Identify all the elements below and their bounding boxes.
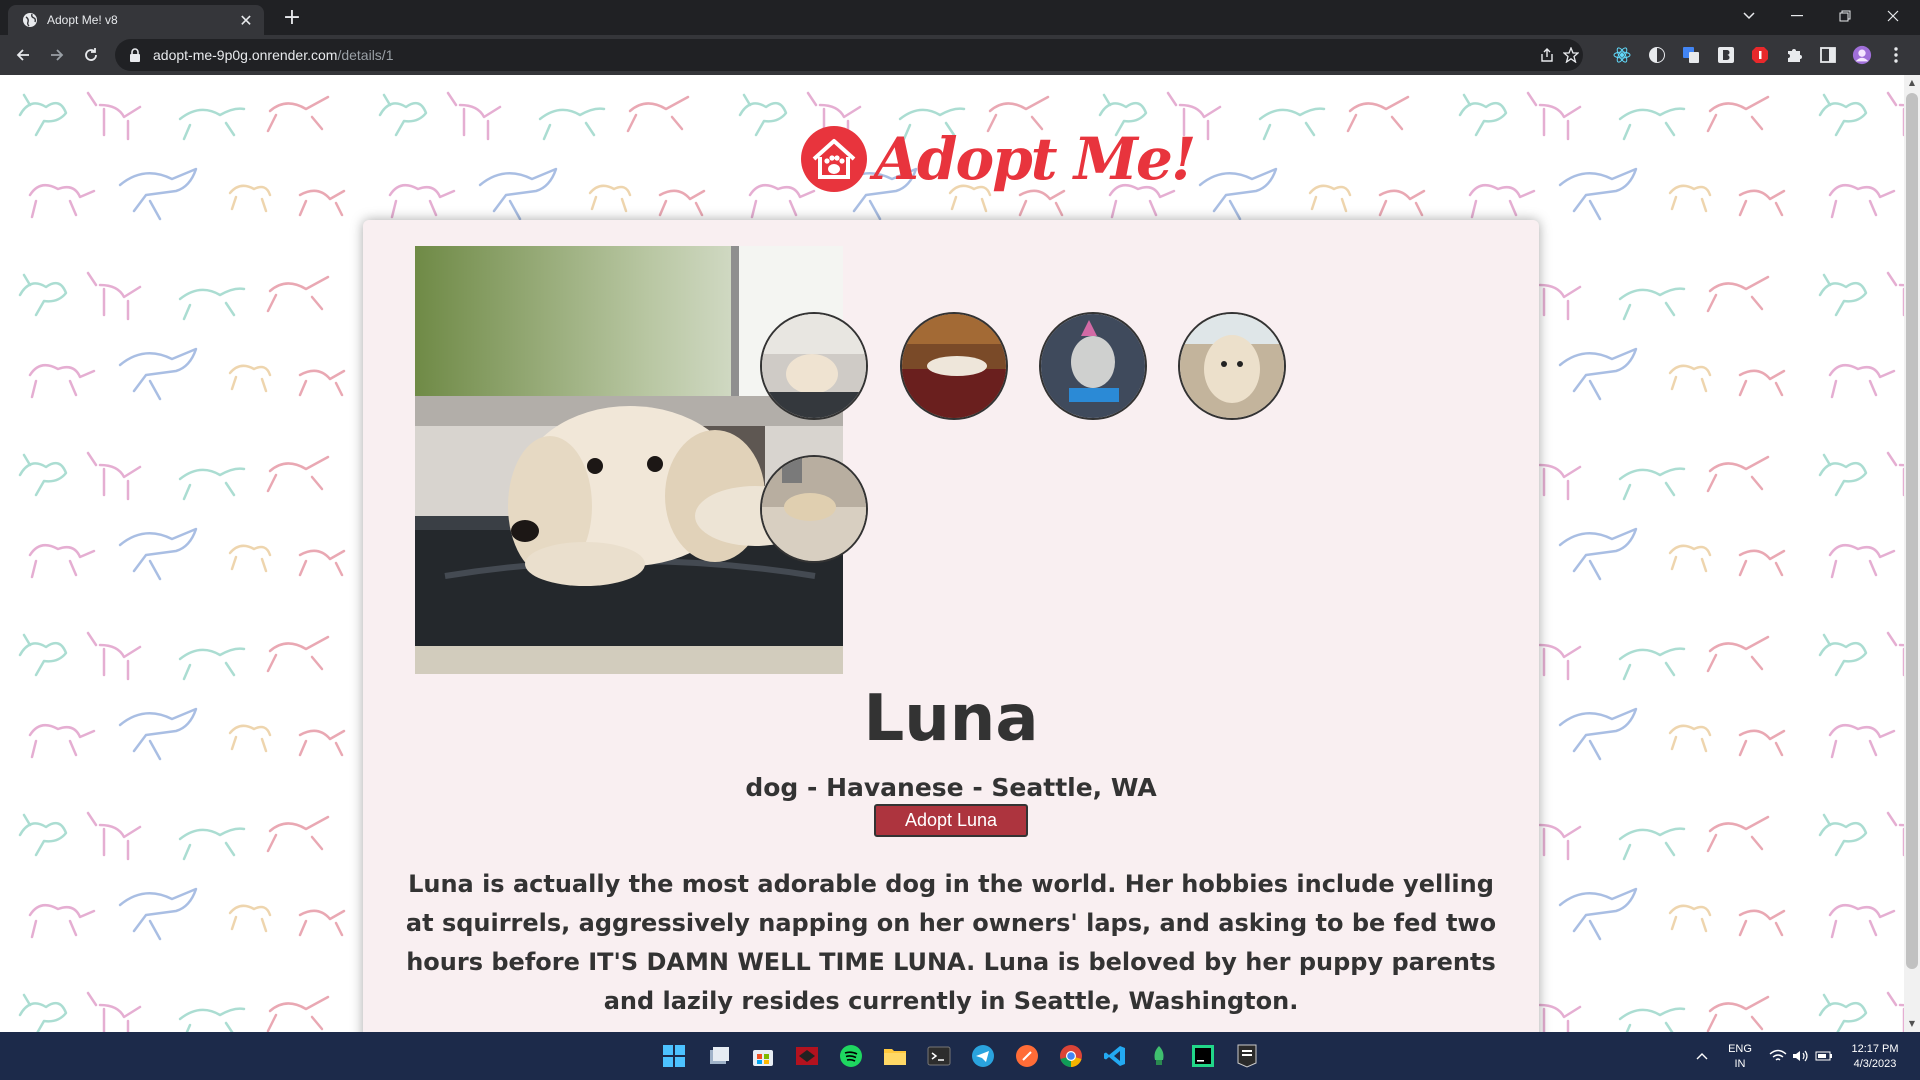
file-explorer-icon[interactable]	[881, 1042, 909, 1070]
adopt-button[interactable]: Adopt Luna	[874, 804, 1028, 837]
restore-icon[interactable]	[1822, 0, 1868, 32]
pet-description: Luna is actually the most adorable dog i…	[405, 870, 1497, 1015]
bookmark-star-icon[interactable]	[1561, 45, 1581, 65]
pet-subtitle: dog - Havanese - Seattle, WA	[745, 773, 1157, 802]
adblock-icon[interactable]	[1750, 45, 1770, 65]
thumbnail-image[interactable]	[1178, 312, 1286, 420]
thumbnail-image[interactable]	[760, 312, 868, 420]
rocket-app-icon[interactable]	[1145, 1042, 1173, 1070]
forward-icon[interactable]	[42, 40, 72, 70]
scrollbar-thumb[interactable]	[1906, 93, 1918, 969]
lock-icon	[130, 48, 140, 62]
clock-time: 12:17 PM	[1851, 1043, 1899, 1055]
url-text[interactable]: adopt-me-9p0g.onrender.com/details/1	[153, 47, 394, 63]
extension-circle-icon[interactable]	[1647, 45, 1667, 65]
react-devtools-icon[interactable]	[1612, 45, 1632, 65]
microsoft-store-icon[interactable]	[749, 1042, 777, 1070]
postman-icon[interactable]	[1013, 1042, 1041, 1070]
windows-taskbar: ENG IN 12:17 PM 4/3/2023	[0, 1032, 1920, 1080]
thumbnail-image[interactable]	[900, 312, 1008, 420]
pet-details-card: Luna dog - Havanese - Seattle, WA Adopt …	[363, 220, 1539, 1050]
browser-toolbar: adopt-me-9p0g.onrender.com/details/1	[0, 35, 1920, 75]
language-code: ENG	[1728, 1043, 1752, 1055]
tab-strip: Adopt Me! v8 ✕ +	[0, 0, 1920, 35]
url-host: adopt-me-9p0g.onrender.com	[153, 47, 338, 63]
site-logo[interactable]: Adopt Me!	[800, 118, 1196, 200]
logo-text: Adopt Me!	[874, 125, 1196, 193]
dark-app-icon[interactable]	[793, 1042, 821, 1070]
pycharm-icon[interactable]	[1189, 1042, 1217, 1070]
chrome-menu-icon[interactable]	[1886, 45, 1906, 65]
thumbnail-image[interactable]	[760, 455, 868, 563]
epic-games-icon[interactable]	[1233, 1042, 1261, 1070]
reload-icon[interactable]	[76, 40, 106, 70]
tab-title: Adopt Me! v8	[47, 13, 118, 27]
tab-search-icon[interactable]	[1726, 0, 1772, 32]
globe-icon	[23, 13, 37, 27]
vscode-icon[interactable]	[1101, 1042, 1129, 1070]
side-panel-icon[interactable]	[1818, 45, 1838, 65]
chrome-icon[interactable]	[1057, 1042, 1085, 1070]
close-window-icon[interactable]	[1870, 0, 1916, 32]
scroll-down-arrow-icon[interactable]: ▼	[1904, 1016, 1920, 1032]
clock-date: 4/3/2023	[1853, 1058, 1897, 1070]
tray-chevron-up-icon[interactable]	[1688, 1042, 1716, 1070]
battery-icon[interactable]	[1810, 1042, 1838, 1070]
hero-pet-photo	[415, 246, 843, 674]
bold-extension-icon[interactable]	[1716, 45, 1736, 65]
new-tab-button[interactable]: +	[279, 5, 305, 31]
share-icon[interactable]	[1537, 45, 1557, 65]
task-view-icon[interactable]	[705, 1042, 733, 1070]
profile-avatar-icon[interactable]	[1852, 45, 1872, 65]
clock[interactable]: 12:17 PM 4/3/2023	[1842, 1042, 1908, 1072]
url-path: /details/1	[337, 47, 394, 63]
thumbnail-image[interactable]	[1039, 312, 1147, 420]
back-icon[interactable]	[8, 40, 38, 70]
windows-start-icon[interactable]	[660, 1042, 688, 1070]
pet-name-heading: Luna	[863, 682, 1039, 756]
telegram-icon[interactable]	[969, 1042, 997, 1070]
terminal-icon[interactable]	[925, 1042, 953, 1070]
translate-icon[interactable]	[1681, 45, 1701, 65]
minimize-icon[interactable]	[1774, 0, 1820, 32]
address-bar[interactable]: adopt-me-9p0g.onrender.com/details/1	[115, 39, 1583, 71]
spotify-icon[interactable]	[837, 1042, 865, 1070]
scroll-up-arrow-icon[interactable]: ▲	[1904, 75, 1920, 91]
language-indicator[interactable]: ENG IN	[1724, 1042, 1756, 1072]
house-paw-icon	[801, 126, 867, 192]
extensions-puzzle-icon[interactable]	[1784, 45, 1804, 65]
language-region: IN	[1734, 1058, 1746, 1070]
tab-adopt-me[interactable]: Adopt Me! v8 ✕	[8, 5, 264, 35]
close-tab-icon[interactable]: ✕	[236, 11, 256, 30]
